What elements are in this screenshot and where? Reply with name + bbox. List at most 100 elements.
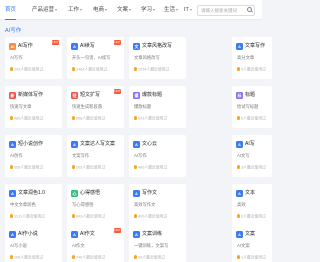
card-description: AI写作: [134, 153, 147, 158]
tool-card[interactable]: 短 短文扩写 HOT 快速生成新段落 858人最近使用过: [67, 86, 124, 128]
card-title: 短小说创作: [18, 141, 44, 147]
fire-icon: [134, 116, 137, 120]
tool-card[interactable]: A 文案达人写文案 文案写作 265人最近使用过: [67, 135, 124, 177]
nav-item-label: 首页: [5, 7, 17, 13]
ai-text-icon: A: [9, 231, 16, 238]
card-usage: 986人最近使用过: [10, 116, 43, 122]
section-title: AI写作: [5, 28, 22, 34]
card-usage: 400人最近使用过: [134, 214, 167, 220]
ai-writing-icon: AI: [9, 43, 16, 50]
nav-item-it[interactable]: IT: [184, 5, 192, 16]
document-icon: 文: [133, 43, 140, 50]
ai-text-icon: A: [71, 141, 78, 148]
usage-text: 93人最近使用过: [138, 255, 166, 260]
card-usage: 293人最近使用过: [10, 67, 43, 73]
nav-item-ecommerce[interactable]: 电商: [93, 5, 108, 16]
card-usage: 3人最近使用过: [237, 165, 266, 171]
card-title: 标题: [245, 92, 256, 98]
card-description: 中文文章润色: [10, 202, 36, 207]
search-icon[interactable]: [247, 7, 252, 12]
card-usage: 541人最近使用过: [134, 116, 167, 122]
card-usage: 1464人最近使用过: [72, 67, 107, 73]
tool-card[interactable]: A 文章写作 高分文章 9人最近使用过: [232, 37, 272, 79]
nav-item-work[interactable]: 工作: [68, 5, 83, 16]
fire-icon: [10, 214, 13, 218]
card-usage: 9人最近使用过: [237, 67, 266, 73]
fire-icon: [72, 165, 75, 169]
tool-card[interactable]: A 文心云 AI写作 460人最近使用过: [129, 135, 186, 177]
tool-card[interactable]: A AI作小说 AI写小说 168人最近使用过: [5, 225, 62, 262]
tool-card[interactable]: A AI续写 HOT 开头一句话，AI续写 1464人最近使用过: [67, 37, 124, 79]
card-description: 给试写标题: [237, 104, 259, 109]
headline-icon: 爆: [133, 92, 140, 99]
fire-icon: [134, 67, 137, 71]
tool-card[interactable]: A 文本 高效 2人最近使用过: [232, 184, 272, 226]
tool-card[interactable]: A AI作文 HOT AI作文 746人最近使用过: [67, 225, 124, 262]
card-description: 快速生成新段落: [72, 104, 103, 109]
tool-card[interactable]: A 短小说创作 AI创作 558人最近使用过: [5, 135, 62, 177]
usage-text: 5人最近使用过: [241, 116, 266, 121]
nav-item-life[interactable]: 生活: [164, 5, 179, 16]
tool-card[interactable]: AI AI写作 HOT AI写作 293人最近使用过: [5, 37, 62, 79]
usage-text: 558人最近使用过: [14, 165, 44, 170]
tool-card[interactable]: A 文章润色1.0 中文文章润色 1131人最近使用过: [5, 184, 62, 226]
card-description: 一键训练，文案写: [134, 243, 169, 248]
hot-badge: HOT: [114, 89, 121, 94]
usage-text: 1464人最近使用过: [76, 67, 108, 72]
card-description: 爆款标题: [134, 104, 152, 109]
card-title: AI作小说: [18, 231, 38, 237]
ai-text-icon: A: [71, 231, 78, 238]
card-usage: 93人最近使用过: [134, 255, 165, 261]
tool-card[interactable]: 爆 爆款标题 爆款标题 541人最近使用过: [129, 86, 186, 128]
card-usage: 858人最近使用过: [72, 116, 105, 122]
nav-item-study[interactable]: 学习: [141, 5, 156, 16]
nav-item-home[interactable]: 首页: [5, 5, 17, 20]
usage-text: 1034人最近使用过: [138, 67, 170, 72]
ai-text-icon: A: [236, 141, 243, 148]
card-title: 爆款标题: [142, 92, 163, 98]
card-description: 快速写文章: [10, 104, 32, 109]
headline-icon: 标: [236, 92, 243, 99]
tool-card[interactable]: A 文案训练 一键训练，文案写 93人最近使用过: [129, 225, 186, 262]
active-underline: [5, 18, 17, 20]
usage-text: 1131人最近使用过: [14, 214, 45, 219]
card-title: 文案: [245, 231, 256, 237]
card-description: AI写小说: [10, 243, 27, 248]
usage-text: 293人最近使用过: [14, 67, 44, 72]
search-input[interactable]: 请输入搜索关键词: [197, 5, 255, 16]
card-description: AI创作: [10, 153, 23, 158]
tool-card[interactable]: 心 心得感悟 写心得感悟 643人最近使用过: [67, 184, 124, 226]
fire-icon: [10, 255, 13, 259]
card-description: 高效写作文: [134, 202, 156, 207]
card-usage: 1131人最近使用过: [10, 214, 45, 220]
card-usage: 1人最近使用过: [237, 255, 266, 261]
nav-item-copywriting[interactable]: 文案: [117, 5, 132, 16]
card-description: 开头一句话，AI续写: [72, 55, 111, 60]
card-title: AI续写: [80, 43, 95, 49]
usage-text: 9人最近使用过: [241, 67, 266, 72]
fire-icon: [237, 67, 240, 71]
fire-icon: [237, 116, 240, 120]
chevron-down-icon: [129, 8, 132, 11]
card-title: 文章写作: [245, 43, 266, 49]
nav-item-label: IT: [184, 7, 189, 13]
card-title: 文案训练: [142, 231, 163, 237]
ai-text-icon: A: [236, 190, 243, 197]
tool-card[interactable]: A AI写 AI文写 3人最近使用过: [232, 135, 272, 177]
fire-icon: [10, 165, 13, 169]
hot-badge: HOT: [52, 40, 59, 45]
usage-text: 460人最近使用过: [138, 165, 168, 170]
nav-item-label: 产品运营: [32, 7, 55, 13]
nav-item-product-ops[interactable]: 产品运营: [32, 5, 58, 16]
card-description: 高效: [237, 202, 246, 207]
card-usage: 5人最近使用过: [237, 116, 266, 122]
new-media-icon: 新: [9, 92, 16, 99]
card-description: AI文写: [237, 153, 250, 158]
tool-card[interactable]: 新 新媒体写作 快速写文章 986人最近使用过: [5, 86, 62, 128]
tool-card[interactable]: 文 文章风格改写 文章风格改写 1034人最近使用过: [129, 37, 186, 79]
usage-text: 986人最近使用过: [14, 116, 44, 121]
tool-card[interactable]: A 写作文 高效写作文 400人最近使用过: [129, 184, 186, 226]
tool-card[interactable]: 标 标题 给试写标题 5人最近使用过: [232, 86, 272, 128]
card-usage: 460人最近使用过: [134, 165, 167, 171]
tool-card[interactable]: A 文案 AI文案 1人最近使用过: [232, 225, 272, 262]
